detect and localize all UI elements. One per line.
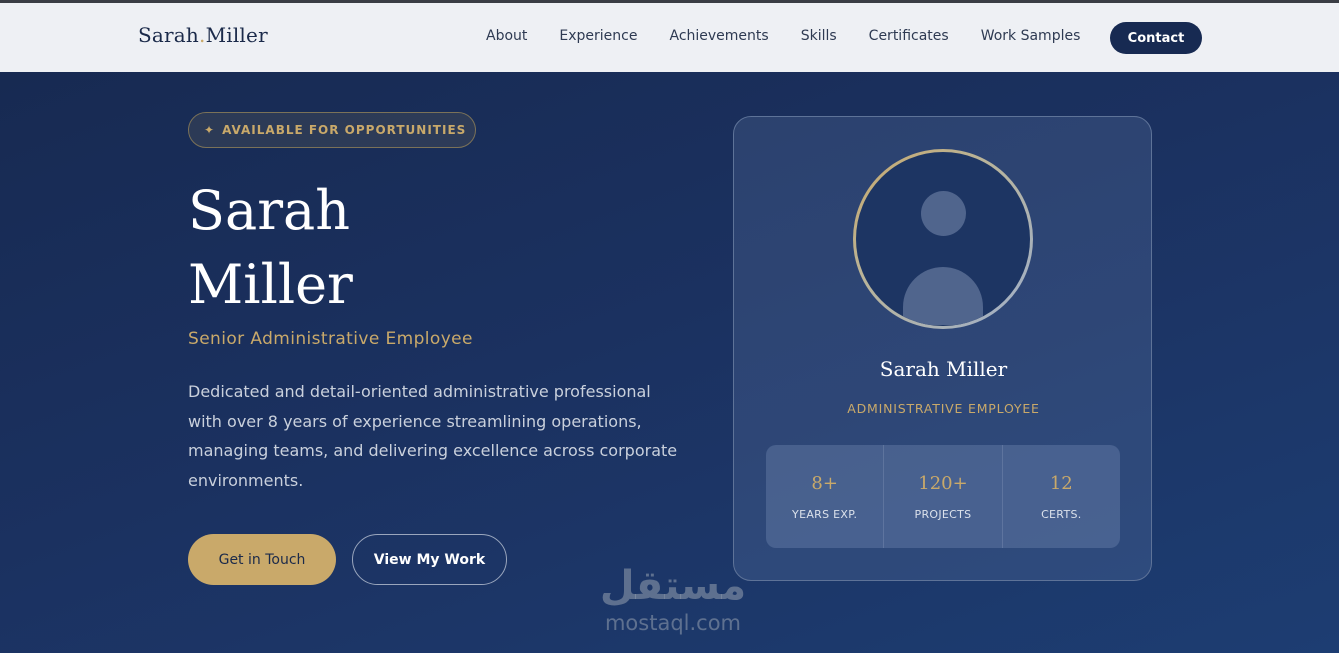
stat-label: YEARS EXP.: [792, 507, 858, 521]
hero-name: Sarah Miller: [188, 174, 353, 322]
profile-card: Sarah Miller ADMINISTRATIVE EMPLOYEE 8+ …: [733, 116, 1152, 581]
nav-link-certificates[interactable]: Certificates: [869, 28, 949, 44]
availability-badge-label: AVAILABLE FOR OPPORTUNITIES: [222, 123, 467, 137]
stat-value: 12: [1049, 472, 1073, 494]
stats-panel: 8+ YEARS EXP. 120+ PROJECTS 12 CERTS.: [766, 445, 1120, 548]
view-my-work-button[interactable]: View My Work: [352, 534, 507, 585]
watermark-latin: mostaql.com: [604, 611, 742, 635]
stat-value: 8+: [811, 472, 838, 494]
contact-button[interactable]: Contact: [1110, 22, 1202, 54]
stat-label: PROJECTS: [914, 507, 972, 521]
sparkle-icon: ✦: [204, 123, 216, 137]
hero-role: Senior Administrative Employee: [188, 329, 473, 349]
hero-name-last: Miller: [188, 253, 353, 316]
stat-certs: 12 CERTS.: [1003, 445, 1120, 548]
nav-link-skills[interactable]: Skills: [801, 28, 837, 44]
nav-link-work-samples[interactable]: Work Samples: [981, 28, 1081, 44]
brand-logo[interactable]: Sarah.Miller: [138, 23, 268, 47]
watermark-arabic: مستقل: [599, 563, 747, 609]
avatar: [856, 152, 1030, 326]
nav-links: About Experience Achievements Skills Cer…: [486, 28, 1112, 44]
profile-card-name: Sarah Miller: [879, 357, 1008, 381]
availability-badge: ✦ AVAILABLE FOR OPPORTUNITIES: [188, 112, 476, 148]
get-in-touch-button[interactable]: Get in Touch: [188, 534, 336, 585]
nav-link-about[interactable]: About: [486, 28, 527, 44]
hero-name-first: Sarah: [188, 179, 350, 242]
stat-years: 8+ YEARS EXP.: [766, 445, 885, 548]
stat-label: CERTS.: [1041, 507, 1082, 521]
nav-link-achievements[interactable]: Achievements: [669, 28, 768, 44]
stat-value: 120+: [918, 472, 968, 494]
navbar: Sarah.Miller About Experience Achievemen…: [0, 3, 1339, 72]
stat-projects: 120+ PROJECTS: [884, 445, 1003, 548]
user-silhouette-head-icon: [921, 191, 966, 236]
nav-link-experience[interactable]: Experience: [559, 28, 637, 44]
profile-card-role: ADMINISTRATIVE EMPLOYEE: [847, 401, 1040, 416]
brand-last-name: Miller: [205, 23, 268, 47]
avatar-ring: [853, 149, 1033, 329]
brand-first-name: Sarah: [138, 23, 199, 47]
hero-section: ✦ AVAILABLE FOR OPPORTUNITIES Sarah Mill…: [0, 72, 1339, 653]
user-silhouette-body-icon: [903, 267, 983, 325]
hero-description: Dedicated and detail-oriented administra…: [188, 382, 678, 490]
mostaql-watermark: مستقل mostaql.com: [588, 564, 758, 644]
